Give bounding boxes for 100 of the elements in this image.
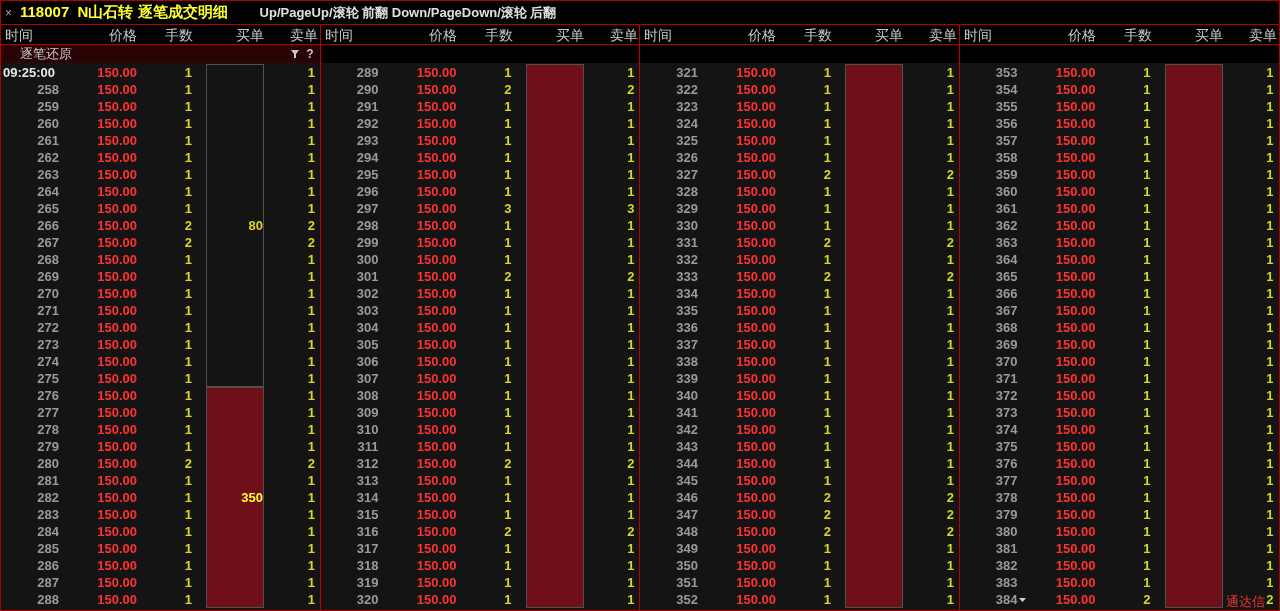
lots-cell: 1: [823, 81, 831, 98]
filter-icon[interactable]: [291, 50, 300, 58]
price-cell: 150.00: [416, 506, 457, 523]
price-cell: 150.00: [416, 319, 457, 336]
sequence-cell: 373: [995, 404, 1018, 421]
sequence-cell: 277: [37, 404, 59, 421]
lots-cell: 1: [504, 98, 512, 115]
price-cell: 150.00: [97, 404, 137, 421]
sell-cell: 1: [1266, 64, 1274, 81]
price-cell: 150.00: [416, 455, 457, 472]
price-cell: 150.00: [736, 438, 776, 455]
price-cell: 150.00: [97, 132, 137, 149]
price-cell: 150.00: [736, 489, 776, 506]
price-cell: 150.00: [416, 64, 457, 81]
lots-cell: 1: [1143, 489, 1151, 506]
lots-cell: 1: [823, 421, 831, 438]
lots-cell: 1: [184, 132, 192, 149]
lots-cell: 1: [823, 387, 831, 404]
sequence-cell: 340: [676, 387, 698, 404]
sequence-cell: 374: [995, 421, 1018, 438]
lots-cell: 1: [1143, 472, 1151, 489]
close-button[interactable]: ×: [5, 3, 12, 22]
price-cell: 150.00: [416, 183, 457, 200]
sequence-cell: 322: [676, 81, 698, 98]
lots-cell: 1: [504, 336, 512, 353]
sequence-cell: 327: [676, 166, 698, 183]
sell-cell: 1: [627, 166, 635, 183]
sell-cell: 1: [307, 370, 315, 387]
sell-cell: 1: [946, 81, 954, 98]
lots-cell: 1: [184, 98, 192, 115]
price-cell: 150.00: [416, 302, 457, 319]
lots-cell: 2: [823, 523, 831, 540]
lots-cell: 1: [1143, 183, 1151, 200]
lots-cell: 1: [504, 472, 512, 489]
lots-cell: 1: [184, 149, 192, 166]
sequence-cell: 371: [995, 370, 1018, 387]
sell-cell: 1: [307, 506, 315, 523]
sequence-cell: 384: [995, 591, 1018, 608]
sell-cell: 1: [627, 251, 635, 268]
sequence-cell: 283: [37, 506, 59, 523]
sell-cell: 1: [1266, 166, 1274, 183]
sell-cell: 1: [946, 353, 954, 370]
sequence-cell: 268: [37, 251, 59, 268]
sequence-cell: 288: [37, 591, 59, 608]
lots-cell: 1: [823, 591, 831, 608]
column-header: 卖单: [608, 26, 638, 45]
price-cell: 150.00: [1055, 200, 1096, 217]
sell-cell: 1: [1266, 200, 1274, 217]
replay-label[interactable]: 逐笔还原: [1, 44, 72, 64]
sequence-cell: 365: [995, 268, 1018, 285]
sell-cell: 1: [946, 557, 954, 574]
sell-cell: 1: [307, 200, 315, 217]
lots-cell: 1: [823, 574, 831, 591]
price-cell: 150.00: [97, 64, 137, 81]
lots-cell: 1: [504, 506, 512, 523]
sell-cell: 1: [627, 98, 635, 115]
lots-cell: 1: [1143, 285, 1151, 302]
lots-cell: 1: [184, 438, 192, 455]
keyboard-hint: Up/PageUp/滚轮 前翻 Down/PageDown/滚轮 后翻: [259, 3, 557, 22]
sell-cell: 1: [627, 404, 635, 421]
sell-cell: 1: [307, 149, 315, 166]
lots-cell: 1: [504, 353, 512, 370]
sell-cell: 1: [1266, 81, 1274, 98]
sequence-cell: 342: [676, 421, 698, 438]
sequence-cell: 325: [676, 132, 698, 149]
sell-cell: 1: [1266, 404, 1274, 421]
lots-cell: 1: [184, 404, 192, 421]
sequence-cell: 353: [995, 64, 1018, 81]
price-cell: 150.00: [1055, 421, 1096, 438]
sequence-cell: 339: [676, 370, 698, 387]
sequence-cell: 355: [995, 98, 1018, 115]
sell-cell: 2: [946, 506, 954, 523]
sequence-cell: 321: [676, 64, 698, 81]
sequence-cell: 292: [356, 115, 379, 132]
lots-cell: 1: [1143, 438, 1151, 455]
price-cell: 150.00: [416, 472, 457, 489]
sequence-cell: 379: [995, 506, 1018, 523]
sequence-cell: 301: [356, 268, 379, 285]
lots-cell: 2: [823, 489, 831, 506]
lots-cell: 2: [823, 506, 831, 523]
price-cell: 150.00: [1055, 64, 1096, 81]
sequence-cell: 341: [676, 404, 698, 421]
price-cell: 150.00: [97, 234, 137, 251]
sell-cell: 1: [307, 387, 315, 404]
price-cell: 150.00: [97, 319, 137, 336]
sell-cell: 1: [307, 64, 315, 81]
lots-cell: 1: [1143, 251, 1151, 268]
price-cell: 150.00: [97, 370, 137, 387]
sequence-cell: 358: [995, 149, 1018, 166]
lots-cell: 1: [1143, 421, 1151, 438]
sequence-cell: 381: [995, 540, 1018, 557]
sell-cell: 2: [307, 234, 315, 251]
sequence-cell: 369: [995, 336, 1018, 353]
help-button[interactable]: ?: [306, 45, 314, 63]
lots-cell: 1: [1143, 574, 1151, 591]
sequence-cell: 297: [356, 200, 379, 217]
sell-cell: 1: [627, 591, 635, 608]
lots-cell: 1: [184, 370, 192, 387]
sequence-cell: 287: [37, 574, 59, 591]
sell-cell: 1: [946, 387, 954, 404]
